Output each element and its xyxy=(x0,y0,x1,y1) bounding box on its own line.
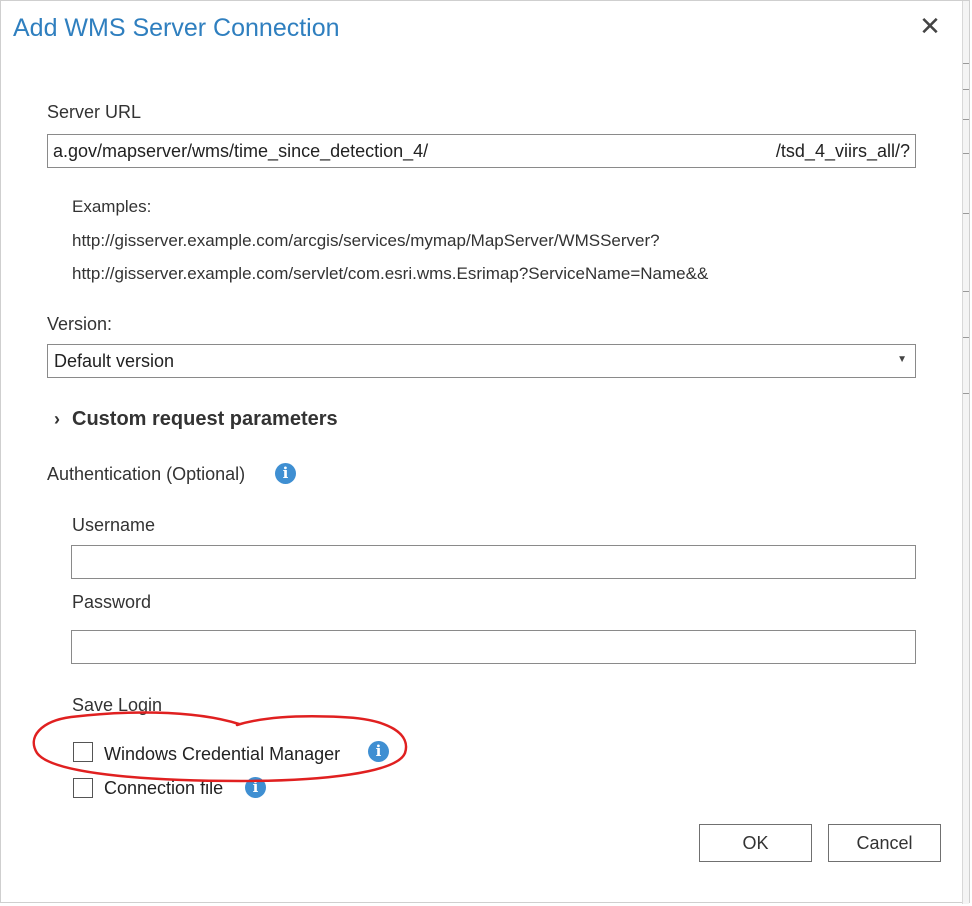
strip-mark xyxy=(963,89,969,90)
info-icon[interactable]: i xyxy=(368,741,389,762)
windows-credential-manager-label[interactable]: Windows Credential Manager xyxy=(104,744,340,765)
strip-mark xyxy=(963,291,969,292)
dialog-title: Add WMS Server Connection xyxy=(13,14,340,42)
connection-file-label[interactable]: Connection file xyxy=(104,778,223,799)
example-url: http://gisserver.example.com/arcgis/serv… xyxy=(72,231,660,250)
username-label: Username xyxy=(72,515,156,535)
server-url-input[interactable]: a.gov/mapserver/wms/time_since_detection… xyxy=(47,134,916,168)
example-url: http://gisserver.example.com/servlet/com… xyxy=(72,264,709,283)
windows-credential-manager-checkbox[interactable] xyxy=(73,742,93,762)
strip-mark xyxy=(963,393,969,394)
cancel-button[interactable]: Cancel xyxy=(828,824,941,862)
strip-mark xyxy=(963,63,969,64)
authentication-label: Authentication (Optional) xyxy=(47,464,246,484)
redacted-segment xyxy=(456,138,776,164)
close-icon[interactable]: ✕ xyxy=(917,13,943,39)
dropdown-arrow-icon: ▼ xyxy=(897,354,907,365)
info-icon[interactable]: i xyxy=(245,777,266,798)
chevron-right-icon: › xyxy=(54,409,60,429)
version-dropdown[interactable]: Default version ▼ xyxy=(47,344,916,378)
strip-mark xyxy=(963,153,969,154)
server-url-value-end: /tsd_4_viirs_all/? xyxy=(775,141,910,161)
strip-mark xyxy=(963,119,969,120)
strip-mark xyxy=(963,213,969,214)
password-label: Password xyxy=(72,592,152,612)
username-input[interactable] xyxy=(71,545,916,579)
ok-button[interactable]: OK xyxy=(699,824,812,862)
info-icon[interactable]: i xyxy=(275,463,296,484)
server-url-label: Server URL xyxy=(47,102,142,122)
custom-request-parameters-expander[interactable]: › Custom request parameters xyxy=(54,408,338,431)
connection-file-checkbox[interactable] xyxy=(73,778,93,798)
custom-params-label: Custom request parameters xyxy=(72,408,338,430)
examples-heading: Examples: xyxy=(72,197,152,216)
save-login-label: Save Login xyxy=(72,695,163,715)
strip-mark xyxy=(963,337,969,338)
version-selected-value: Default version xyxy=(54,351,175,371)
version-label: Version: xyxy=(47,314,113,334)
password-input[interactable] xyxy=(71,630,916,664)
server-url-value-start: a.gov/mapserver/wms/time_since_detection… xyxy=(53,141,429,161)
add-wms-dialog: Add WMS Server Connection ✕ Server URL a… xyxy=(0,0,970,904)
window-edge-strip xyxy=(962,1,969,904)
